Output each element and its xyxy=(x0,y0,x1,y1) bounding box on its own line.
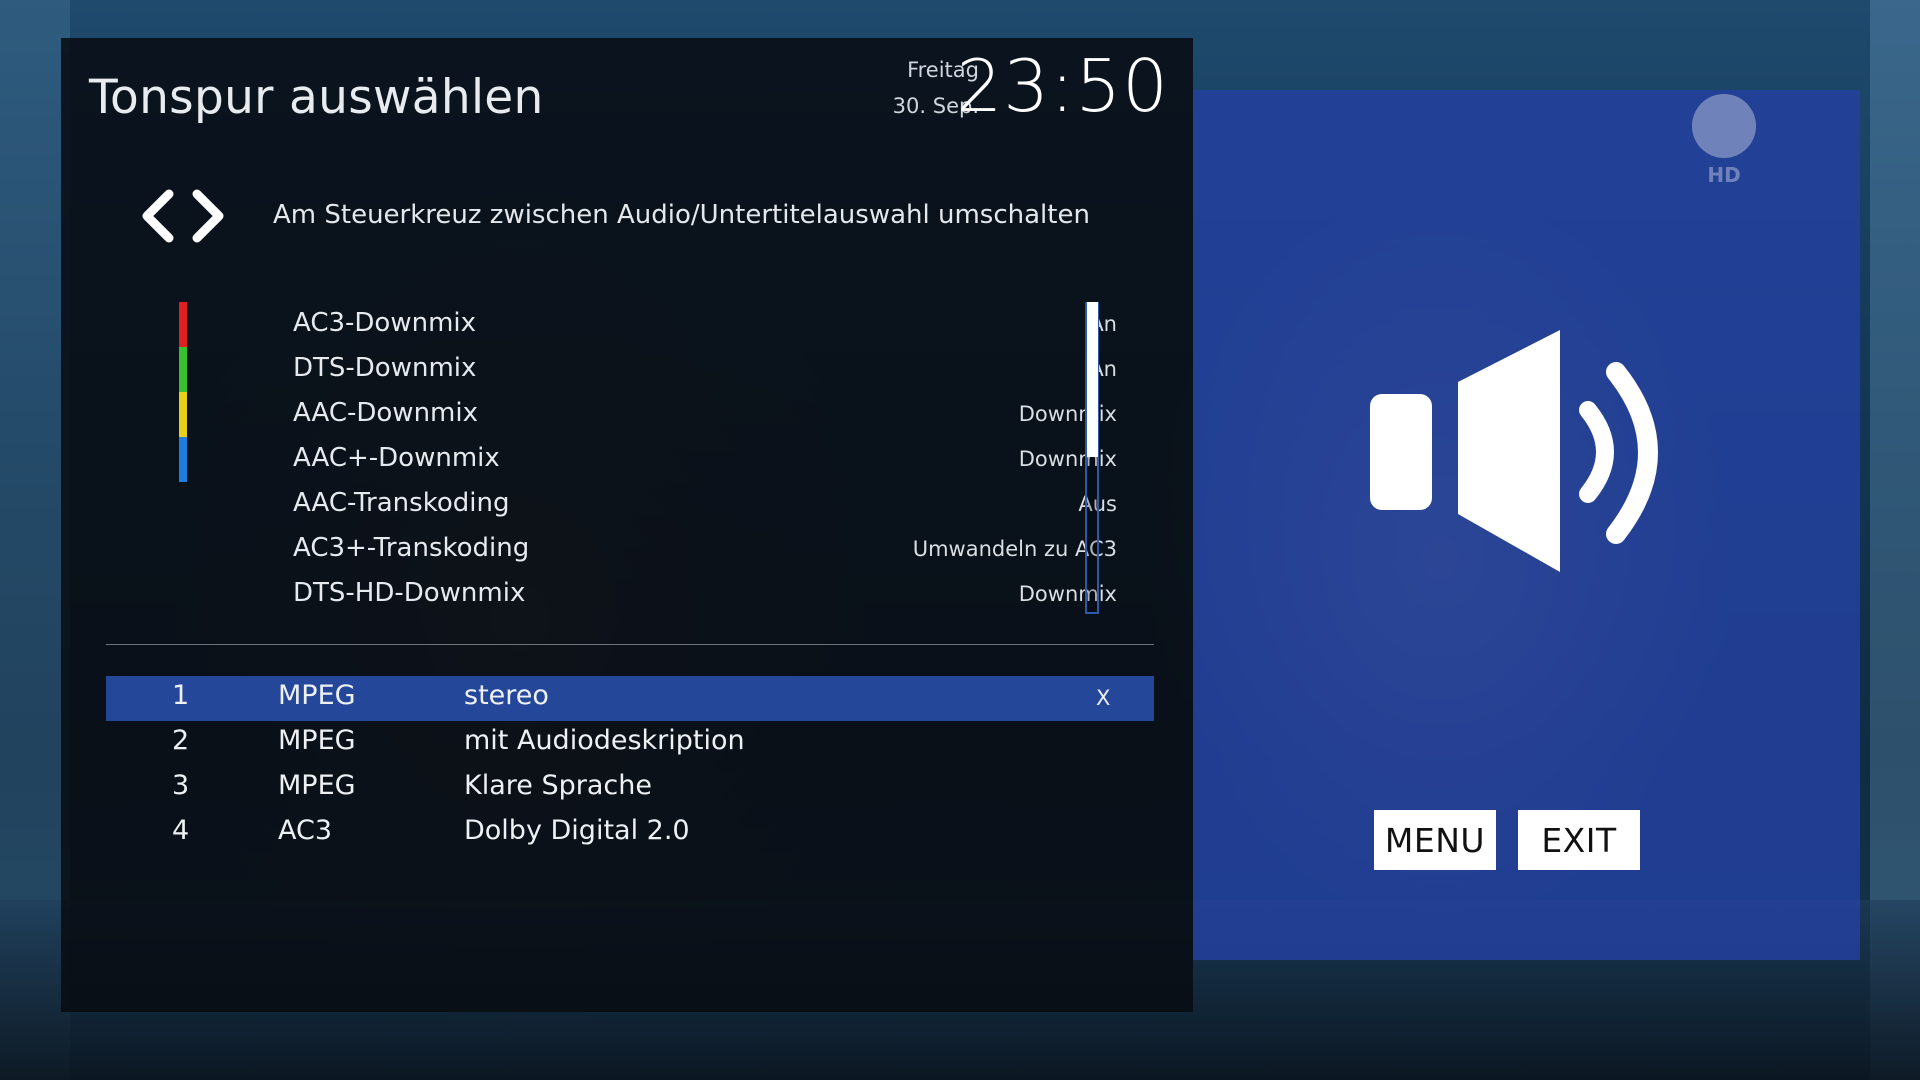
track-number: 3 xyxy=(172,770,190,801)
channel-logo-text: HD xyxy=(1707,163,1740,187)
left-right-arrows-icon xyxy=(142,189,224,243)
hint-text: Am Steuerkreuz zwischen Audio/Untertitel… xyxy=(273,200,1090,230)
clock-time: 23:50 xyxy=(956,44,1169,128)
channel-logo-icon: HD xyxy=(1692,94,1756,187)
track-description: Klare Sprache xyxy=(464,770,652,801)
audio-settings-list: AC3-Downmix An DTS-Downmix An AAC-Downmi… xyxy=(293,304,1117,619)
track-row-selected[interactable]: 1 MPEG stereo X xyxy=(106,676,1154,721)
setting-row[interactable]: AC3+-Transkoding Umwandeln zu AC3 xyxy=(293,529,1117,574)
page-title: Tonspur auswählen xyxy=(89,70,544,125)
setting-row[interactable]: AC3-Downmix An xyxy=(293,304,1117,349)
green-key-bar xyxy=(179,347,187,392)
speaker-volume-icon xyxy=(1370,330,1658,572)
blue-key-bar xyxy=(179,437,187,482)
red-key-bar xyxy=(179,302,187,347)
track-row[interactable]: 3 MPEG Klare Sprache xyxy=(106,766,1154,811)
track-description: Dolby Digital 2.0 xyxy=(464,815,690,846)
setting-label: AAC-Transkoding xyxy=(293,488,510,518)
setting-label: AAC+-Downmix xyxy=(293,443,500,473)
menu-button[interactable]: MENU xyxy=(1374,810,1496,870)
track-description: mit Audiodeskription xyxy=(464,725,745,756)
setting-label: AAC-Downmix xyxy=(293,398,478,428)
track-codec: MPEG xyxy=(278,680,356,711)
track-number: 2 xyxy=(172,725,190,756)
setting-row[interactable]: AAC-Downmix Downmix xyxy=(293,394,1117,439)
setting-label: DTS-Downmix xyxy=(293,353,477,383)
setting-value: Downmix xyxy=(1018,447,1117,471)
active-track-mark: X xyxy=(1096,686,1111,710)
divider xyxy=(106,644,1154,645)
track-number: 4 xyxy=(172,815,190,846)
setting-label: AC3+-Transkoding xyxy=(293,533,530,563)
setting-row[interactable]: AAC-Transkoding Aus xyxy=(293,484,1117,529)
yellow-key-bar xyxy=(179,392,187,437)
exit-button[interactable]: EXIT xyxy=(1518,810,1640,870)
setting-row[interactable]: DTS-HD-Downmix Downmix xyxy=(293,574,1117,619)
track-codec: MPEG xyxy=(278,770,356,801)
audio-track-list: 1 MPEG stereo X 2 MPEG mit Audiodeskript… xyxy=(106,676,1154,856)
track-description: stereo xyxy=(464,680,549,711)
track-row[interactable]: 2 MPEG mit Audiodeskription xyxy=(106,721,1154,766)
settings-scrollbar-thumb[interactable] xyxy=(1087,302,1098,457)
setting-label: AC3-Downmix xyxy=(293,308,477,338)
setting-value: Downmix xyxy=(1018,402,1117,426)
setting-label: DTS-HD-Downmix xyxy=(293,578,526,608)
track-number: 1 xyxy=(172,680,190,711)
track-row[interactable]: 4 AC3 Dolby Digital 2.0 xyxy=(106,811,1154,856)
track-codec: AC3 xyxy=(278,815,333,846)
track-codec: MPEG xyxy=(278,725,356,756)
audio-track-dialog: Tonspur auswählen Freitag 30. Sep. 23:50… xyxy=(61,38,1193,1012)
setting-value: Downmix xyxy=(1018,582,1117,606)
setting-row[interactable]: AAC+-Downmix Downmix xyxy=(293,439,1117,484)
setting-row[interactable]: DTS-Downmix An xyxy=(293,349,1117,394)
